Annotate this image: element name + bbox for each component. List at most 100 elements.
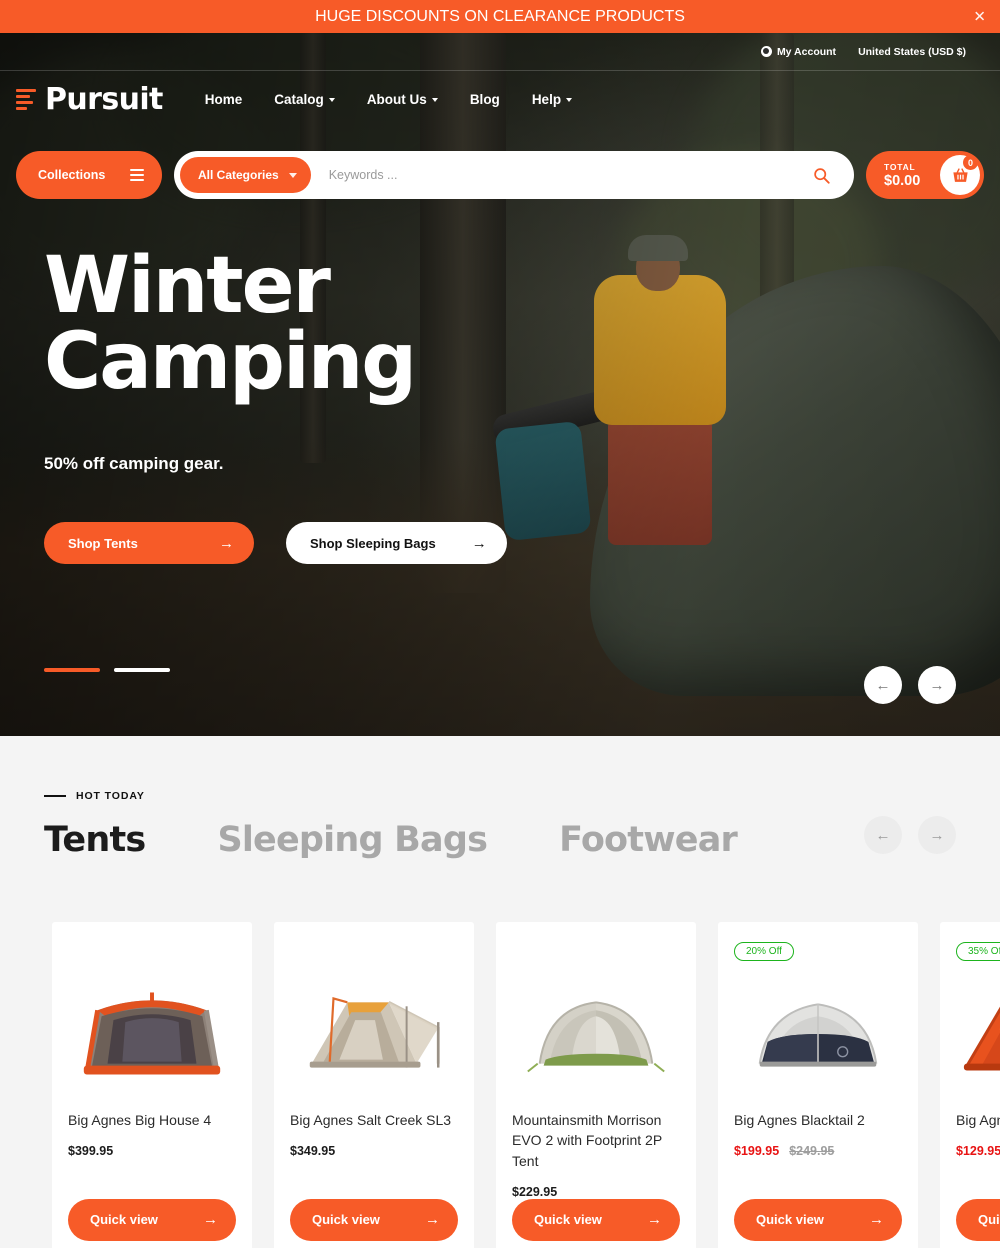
product-prices: $399.95 (68, 1144, 236, 1158)
chevron-down-icon (566, 98, 573, 102)
locale-selector[interactable]: United States (USD $) (858, 46, 966, 58)
nav-links: Home Catalog About Us Blog Help (189, 92, 588, 107)
product-name: Big Agnes Big House 4 (68, 1112, 212, 1128)
nav-item-about-us[interactable]: About Us (351, 92, 454, 107)
product-card[interactable]: Big Agnes Big House 4 $399.95 Quick view… (52, 922, 252, 1248)
shop-tents-button[interactable]: Shop Tents → (44, 522, 254, 565)
tent-red-shelter-icon (963, 1006, 1000, 1071)
close-icon[interactable]: ✕ (973, 9, 986, 24)
arrow-right-icon: → (425, 1211, 440, 1229)
quick-view-button[interactable]: Quick view → (956, 1198, 1000, 1241)
hero-prev-button[interactable]: ← (864, 666, 902, 704)
collections-button[interactable]: Collections (16, 151, 162, 199)
tent-tan-awning-icon (309, 996, 440, 1068)
product-thumbnail (512, 972, 680, 1092)
quick-view-label: Quick view (90, 1212, 158, 1228)
arrow-right-icon: → (219, 534, 234, 552)
hot-today-section: HOT TODAY Tents Sleeping Bags Footwear ←… (0, 736, 1000, 1248)
hero-pagination-dot-2[interactable] (114, 668, 170, 672)
nav-item-catalog[interactable]: Catalog (258, 92, 351, 107)
cart-count-badge: 0 (963, 155, 978, 170)
shop-sleeping-bags-button[interactable]: Shop Sleeping Bags → (286, 522, 507, 565)
main-navigation: Pursuit Home Catalog About Us Blog Help (0, 71, 1000, 127)
product-thumbnail (734, 972, 902, 1092)
product-price: $399.95 (68, 1144, 114, 1159)
cart-total-value: $0.00 (884, 172, 921, 189)
nav-item-label: Home (204, 91, 243, 107)
hamburger-icon (130, 169, 144, 181)
product-price: $229.95 (512, 1184, 558, 1199)
product-name: Big Agnes Blacktail 2 (734, 1112, 865, 1128)
page-root: HUGE DISCOUNTS ON CLEARANCE PRODUCTS ✕ M… (0, 0, 1000, 1248)
tab-sleeping-bags[interactable]: Sleeping Bags (217, 820, 487, 860)
search-box: All Categories (174, 151, 854, 199)
quick-view-label: Quick view (978, 1212, 1000, 1228)
products-next-button[interactable]: → (918, 816, 956, 854)
tent-green-dome-icon (527, 1001, 665, 1073)
product-prices: $199.95 $249.95 (734, 1144, 902, 1158)
tent-navy-dome-icon (758, 1003, 878, 1067)
search-bar-row: Collections All Categories T (16, 151, 984, 199)
product-name: Big Agnes Salt Creek SL3 (290, 1112, 452, 1128)
product-card[interactable]: Big Agnes Salt Creek SL3 $349.95 Quick v… (274, 922, 474, 1248)
shop-tents-label: Shop Tents (68, 535, 138, 551)
collections-label: Collections (38, 168, 106, 182)
hero-pagination-dot-1[interactable] (44, 668, 100, 672)
chevron-down-icon (431, 98, 438, 102)
nav-item-label: About Us (366, 91, 427, 107)
product-card[interactable]: Mountainsmith Morrison EVO 2 with Footpr… (496, 922, 696, 1248)
site-logo[interactable]: Pursuit (16, 82, 163, 117)
product-prices: $129.95 $199.95 (956, 1144, 1000, 1158)
quick-view-button[interactable]: Quick view → (68, 1198, 236, 1241)
quick-view-button[interactable]: Quick view → (734, 1198, 902, 1241)
search-input[interactable] (310, 168, 813, 182)
hero-next-button[interactable]: → (918, 666, 956, 704)
cart-icon-circle[interactable]: 0 (940, 155, 980, 195)
nav-item-blog[interactable]: Blog (454, 92, 516, 107)
nav-item-help[interactable]: Help (516, 92, 588, 107)
locale-label: United States (USD $) (858, 45, 966, 58)
product-sale-price: $129.95 (956, 1144, 1000, 1159)
discount-badge: 20% Off (734, 941, 794, 961)
eyebrow-dash-icon (44, 795, 66, 797)
arrow-right-icon: → (203, 1211, 218, 1229)
account-icon (760, 46, 772, 57)
product-badges: 20% Off (734, 940, 902, 962)
tent-orange-cabin-icon (83, 992, 221, 1075)
product-badges (290, 940, 458, 962)
quick-view-label: Quick view (312, 1212, 380, 1228)
shop-sleeping-bags-label: Shop Sleeping Bags (310, 535, 436, 551)
tab-tents[interactable]: Tents (44, 820, 146, 860)
product-card[interactable]: 20% Off Big Agnes Blacktail 2 $199.95 $2… (718, 922, 918, 1248)
search-icon[interactable] (813, 167, 848, 184)
product-name: Big Agnes Ve House 4 (956, 1112, 1000, 1128)
my-account-label: My Account (776, 45, 837, 58)
section-header: HOT TODAY Tents Sleeping Bags Footwear ←… (0, 790, 1000, 860)
product-card[interactable]: 35% Off Big Agnes Ve House 4 $129.9 (940, 922, 1000, 1248)
category-select[interactable]: All Categories (180, 157, 311, 193)
hero-carousel-nav: ← → (864, 666, 956, 704)
hero-content: Winter Camping 50% off camping gear. Sho… (44, 247, 507, 565)
discount-badge: 35% Off (956, 941, 1000, 961)
tab-footwear[interactable]: Footwear (559, 820, 738, 860)
cart-button[interactable]: TOTAL $0.00 0 (866, 151, 984, 199)
hero-subtitle: 50% off camping gear. (44, 454, 224, 474)
quick-view-label: Quick view (534, 1212, 602, 1228)
my-account-link[interactable]: My Account (760, 45, 837, 58)
section-eyebrow: HOT TODAY (44, 790, 956, 802)
nav-item-home[interactable]: Home (189, 92, 259, 107)
product-thumbnail (68, 972, 236, 1092)
chevron-down-icon (328, 98, 335, 102)
product-price: $349.95 (290, 1144, 336, 1159)
quick-view-button[interactable]: Quick view → (290, 1198, 458, 1241)
arrow-right-icon: → (869, 1211, 884, 1229)
arrow-right-icon: → (647, 1211, 662, 1229)
product-rail: Big Agnes Big House 4 $399.95 Quick view… (0, 922, 1000, 1248)
hero-pagination (44, 668, 170, 672)
nav-item-label: Help (531, 91, 562, 107)
products-prev-button[interactable]: ← (864, 816, 902, 854)
announcement-text: HUGE DISCOUNTS ON CLEARANCE PRODUCTS (315, 7, 685, 25)
eyebrow-text: HOT TODAY (76, 790, 145, 802)
quick-view-button[interactable]: Quick view → (512, 1198, 680, 1241)
product-prices: $349.95 (290, 1144, 458, 1158)
